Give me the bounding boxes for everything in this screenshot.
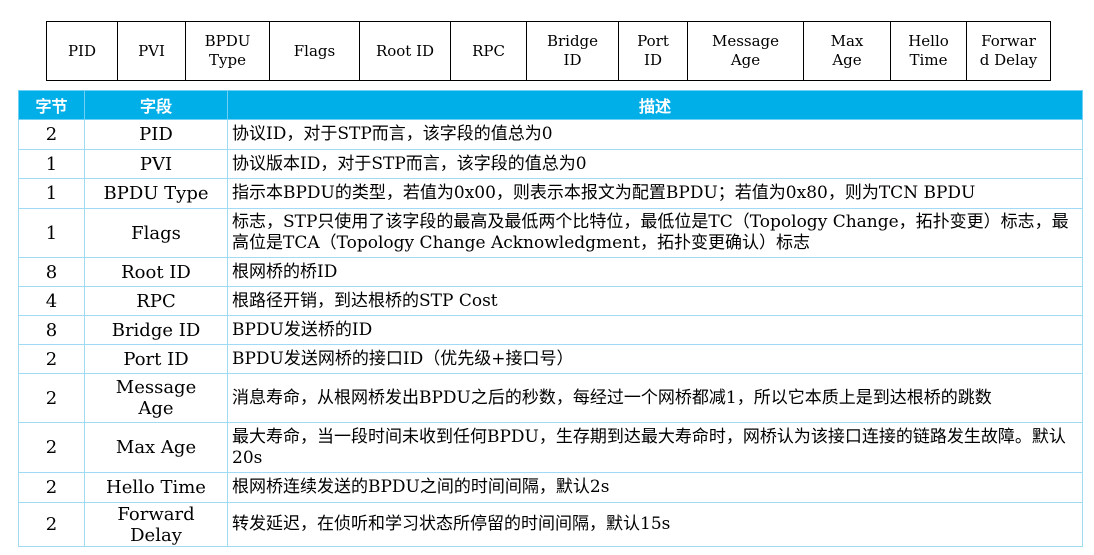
field-cell: Port ID [84, 344, 228, 374]
table-row: 2 Max Age 最大寿命，当一段时间未收到任何BPDU，生存期到达最大寿命时… [18, 422, 1083, 473]
field-cell: Message Age [84, 373, 228, 423]
frame-field-max-age: Max Age [803, 22, 890, 80]
desc-cell: BPDU发送网桥的接口ID（优先级+接口号） [227, 344, 1083, 374]
desc-cell: 转发延迟，在侦听和学习状态所停留的时间间隔，默认15s [227, 502, 1083, 547]
frame-field-bpdu-type: BPDU Type [185, 22, 269, 80]
desc-cell: BPDU发送桥的ID [227, 315, 1083, 345]
header-desc: 描述 [227, 90, 1083, 120]
desc-cell: 协议版本ID，对于STP而言，该字段的值总为0 [227, 149, 1083, 179]
byte-cell: 2 [18, 502, 85, 547]
field-cell: Root ID [84, 257, 228, 287]
field-cell: Bridge ID [84, 315, 228, 345]
table-row: 4 RPC 根路径开销，到达根桥的STP Cost [18, 286, 1083, 316]
table-row: 2 Forward Delay 转发延迟，在侦听和学习状态所停留的时间间隔，默认1… [18, 502, 1083, 547]
header-field: 字段 [84, 90, 228, 120]
table-row: 1 PVI 协议版本ID，对于STP而言，该字段的值总为0 [18, 149, 1083, 179]
frame-field-forward-delay: Forwar d Delay [966, 22, 1050, 80]
frame-field-flags: Flags [269, 22, 359, 80]
desc-cell: 协议ID，对于STP而言，该字段的值总为0 [227, 119, 1083, 150]
desc-cell: 根网桥连续发送的BPDU之间的时间间隔，默认2s [227, 472, 1083, 503]
field-cell: Max Age [84, 422, 228, 473]
desc-cell: 消息寿命，从根网桥发出BPDU之后的秒数，每经过一个网桥都减1，所以它本质上是到… [227, 373, 1083, 423]
byte-cell: 1 [18, 208, 85, 258]
field-cell: PVI [84, 149, 228, 179]
desc-cell: 指示本BPDU的类型，若值为0x00，则表示本报文为配置BPDU；若值为0x80… [227, 178, 1083, 209]
byte-cell: 1 [18, 149, 85, 179]
bpdu-frame-diagram: PID PVI BPDU Type Flags Root ID RPC Bridg… [46, 21, 1051, 81]
byte-cell: 8 [18, 257, 85, 287]
frame-field-message-age: Message Age [687, 22, 803, 80]
field-cell: Hello Time [84, 472, 228, 503]
frame-field-port-id: Port ID [618, 22, 687, 80]
table-row: 2 Message Age 消息寿命，从根网桥发出BPDU之后的秒数，每经过一个网… [18, 373, 1083, 423]
table-row: 1 BPDU Type 指示本BPDU的类型，若值为0x00，则表示本报文为配置… [18, 178, 1083, 209]
desc-cell: 根网桥的桥ID [227, 257, 1083, 287]
field-cell: BPDU Type [84, 178, 228, 209]
table-row: 8 Bridge ID BPDU发送桥的ID [18, 315, 1083, 345]
frame-field-hello-time: Hello Time [890, 22, 966, 80]
byte-cell: 2 [18, 422, 85, 473]
table-row: 2 PID 协议ID，对于STP而言，该字段的值总为0 [18, 119, 1083, 150]
desc-cell: 标志，STP只使用了该字段的最高及最低两个比特位，最低位是TC（Topology… [227, 208, 1083, 258]
frame-field-pvi: PVI [117, 22, 185, 80]
frame-field-root-id: Root ID [359, 22, 450, 80]
byte-cell: 2 [18, 119, 85, 150]
frame-field-bridge-id: Bridge ID [526, 22, 618, 80]
table-header-row: 字节 字段 描述 [18, 90, 1083, 120]
byte-cell: 4 [18, 286, 85, 316]
desc-cell: 根路径开销，到达根桥的STP Cost [227, 286, 1083, 316]
bpdu-field-table: 字节 字段 描述 2 PID 协议ID，对于STP而言，该字段的值总为0 1 P… [18, 90, 1083, 547]
field-cell: Forward Delay [84, 502, 228, 547]
byte-cell: 1 [18, 178, 85, 209]
byte-cell: 8 [18, 315, 85, 345]
desc-cell: 最大寿命，当一段时间未收到任何BPDU，生存期到达最大寿命时，网桥认为该接口连接… [227, 422, 1083, 473]
frame-field-rpc: RPC [450, 22, 526, 80]
byte-cell: 2 [18, 472, 85, 503]
field-cell: PID [84, 119, 228, 150]
byte-cell: 2 [18, 373, 85, 423]
frame-field-pid: PID [67, 41, 97, 60]
header-byte: 字节 [18, 90, 85, 120]
field-cell: RPC [84, 286, 228, 316]
table-row: 2 Port ID BPDU发送网桥的接口ID（优先级+接口号） [18, 344, 1083, 374]
table-row: 8 Root ID 根网桥的桥ID [18, 257, 1083, 287]
byte-cell: 2 [18, 344, 85, 374]
table-row: 2 Hello Time 根网桥连续发送的BPDU之间的时间间隔，默认2s [18, 472, 1083, 503]
field-cell: Flags [84, 208, 228, 258]
table-row: 1 Flags 标志，STP只使用了该字段的最高及最低两个比特位，最低位是TC（… [18, 208, 1083, 258]
